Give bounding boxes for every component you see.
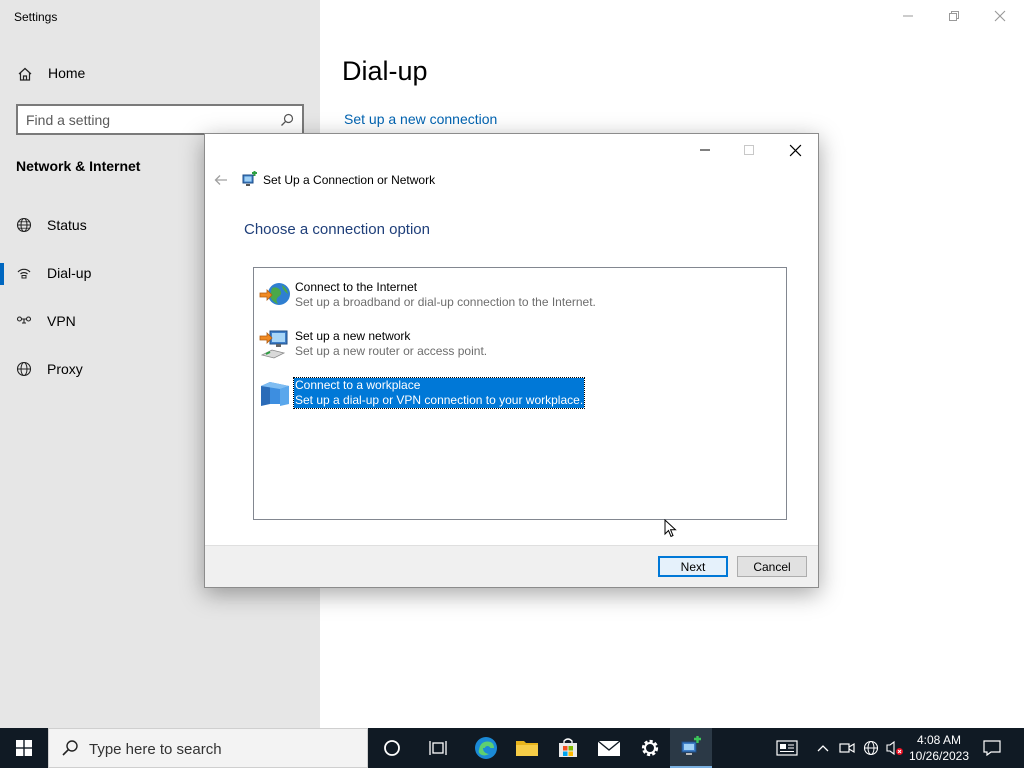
- restore-button[interactable]: [944, 6, 964, 26]
- store-button[interactable]: [547, 728, 589, 768]
- camera-icon: [839, 742, 855, 754]
- find-setting-search-box[interactable]: [16, 104, 304, 135]
- internet-globe-icon: [259, 283, 290, 305]
- mouse-cursor-icon: [664, 519, 677, 538]
- option-title: Set up a new network: [295, 329, 411, 343]
- network-wizard-icon: [681, 736, 701, 755]
- dialup-icon: [17, 268, 31, 279]
- option-title: Connect to a workplace: [295, 378, 421, 392]
- volume-button[interactable]: [885, 728, 905, 768]
- nav-item-dial-up-label: Dial-up: [47, 265, 92, 281]
- cortana-button[interactable]: [371, 728, 413, 768]
- close-button[interactable]: [990, 6, 1010, 26]
- page-title: Dial-up: [342, 56, 428, 86]
- taskbar-clock[interactable]: 4:08 AM 10/26/2023: [906, 732, 972, 764]
- nav-item-proxy-label: Proxy: [47, 361, 83, 377]
- option-description: Set up a new router or access point.: [295, 344, 488, 358]
- option-description: Set up a broadband or dial-up connection…: [295, 295, 596, 309]
- clock-date: 10/26/2023: [908, 749, 970, 763]
- minimize-button[interactable]: [898, 6, 918, 26]
- new-network-icon: [259, 330, 288, 359]
- network-wizard-taskbar-button[interactable]: [670, 728, 712, 768]
- search-icon[interactable]: [280, 113, 294, 127]
- task-view-button[interactable]: [418, 728, 460, 768]
- close-icon: [789, 144, 801, 156]
- network-wizard-icon: [242, 171, 257, 186]
- meet-now-button[interactable]: [838, 728, 856, 768]
- edge-button[interactable]: [465, 728, 507, 768]
- task-view-icon: [429, 741, 447, 755]
- option-title: Connect to the Internet: [295, 280, 418, 294]
- minimize-icon: [903, 15, 913, 17]
- minimize-icon: [700, 149, 710, 151]
- close-icon: [994, 10, 1006, 22]
- back-arrow-icon[interactable]: [213, 172, 229, 188]
- find-setting-input[interactable]: [26, 110, 266, 130]
- news-widget-button[interactable]: [773, 728, 801, 768]
- taskbar-search-box[interactable]: Type here to search: [48, 728, 368, 768]
- store-icon: [559, 738, 577, 757]
- dialog-close-button[interactable]: [785, 142, 805, 158]
- connection-option-list: Connect to the Internet Set up a broadba…: [253, 267, 787, 520]
- nav-home-label: Home: [48, 65, 86, 81]
- network-status-button[interactable]: [861, 728, 881, 768]
- vpn-icon: [16, 316, 32, 324]
- globe-icon: [16, 217, 32, 233]
- nav-home[interactable]: Home: [0, 57, 320, 89]
- search-icon: [62, 740, 78, 756]
- show-hidden-icons-button[interactable]: [814, 728, 832, 768]
- maximize-icon: [744, 145, 754, 155]
- option-new-network[interactable]: Set up a new network Set up a new router…: [258, 327, 778, 361]
- windows-logo-icon: [16, 740, 32, 756]
- start-button[interactable]: [0, 728, 48, 768]
- cortana-icon: [384, 740, 400, 756]
- dialog-minimize-button[interactable]: [695, 142, 715, 158]
- taskbar: Type here to search 4:08 AM 10/26/2023: [0, 728, 1024, 768]
- restore-icon: [949, 11, 959, 21]
- mail-icon: [597, 740, 621, 756]
- taskbar-search-placeholder: Type here to search: [89, 741, 222, 758]
- option-text: Connect to the Internet Set up a broadba…: [295, 280, 596, 310]
- dialog-footer: Next Cancel: [205, 545, 818, 587]
- dialog-maximize-button[interactable]: [739, 142, 759, 158]
- next-button[interactable]: Next: [658, 556, 728, 577]
- app-title: Settings: [14, 10, 58, 24]
- dialog-title: Set Up a Connection or Network: [263, 173, 436, 187]
- option-connect-workplace[interactable]: Connect to a workplace Set up a dial-up …: [258, 376, 778, 410]
- dialog-heading: Choose a connection option: [244, 221, 430, 238]
- option-text: Connect to a workplace Set up a dial-up …: [292, 377, 586, 409]
- workplace-icon: [261, 382, 289, 406]
- news-icon: [776, 740, 798, 756]
- mail-button[interactable]: [588, 728, 630, 768]
- nav-item-vpn-label: VPN: [47, 313, 76, 329]
- section-title: Network & Internet: [16, 158, 141, 174]
- edge-icon: [475, 737, 497, 759]
- file-explorer-button[interactable]: [506, 728, 548, 768]
- setup-new-connection-link[interactable]: Set up a new connection: [344, 111, 497, 127]
- clock-time: 4:08 AM: [916, 733, 962, 747]
- globe-icon: [863, 740, 879, 756]
- settings-taskbar-button[interactable]: [629, 728, 671, 768]
- file-explorer-icon: [516, 741, 538, 756]
- chevron-up-icon: [817, 745, 829, 752]
- globe-icon: [16, 361, 32, 377]
- option-description: Set up a dial-up or VPN connection to yo…: [295, 393, 584, 407]
- action-center-button[interactable]: [980, 728, 1004, 768]
- option-connect-internet[interactable]: Connect to the Internet Set up a broadba…: [258, 278, 778, 312]
- setup-connection-dialog: Set Up a Connection or Network Choose a …: [204, 133, 819, 588]
- settings-gear-icon: [641, 739, 659, 757]
- cancel-button[interactable]: Cancel: [737, 556, 807, 577]
- speaker-muted-icon: [886, 740, 903, 756]
- home-icon: [18, 67, 32, 81]
- notification-icon: [983, 740, 1001, 756]
- option-text: Set up a new network Set up a new router…: [295, 329, 487, 359]
- nav-item-status-label: Status: [47, 217, 87, 233]
